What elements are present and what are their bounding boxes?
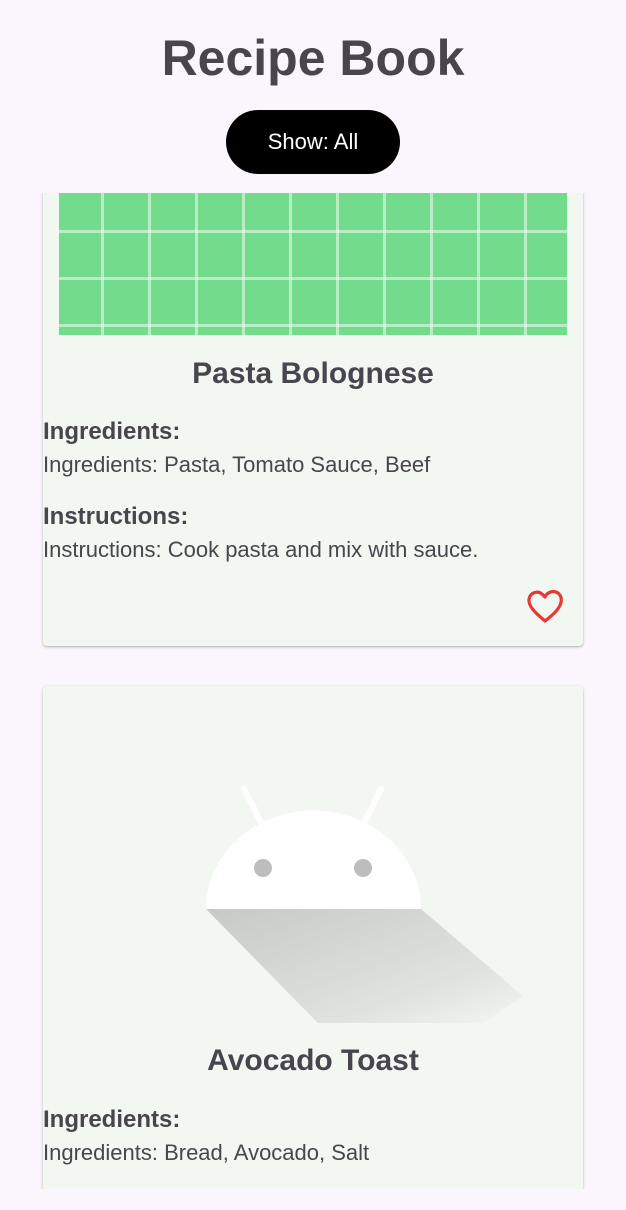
recipe-card-pasta-bolognese[interactable]: Pasta Bolognese Ingredients: Ingredients… (43, 193, 583, 646)
ingredients-text: Ingredients: Pasta, Tomato Sauce, Beef (43, 452, 431, 477)
show-filter-button[interactable]: Show: All (226, 110, 400, 174)
ingredients-heading: Ingredients: (43, 418, 181, 445)
ingredients-text: Ingredients: Bread, Avocado, Salt (43, 1140, 370, 1165)
heart-outline-icon (527, 589, 563, 623)
recipe-title: Avocado Toast (207, 1044, 419, 1077)
recipe-card-avocado-toast[interactable]: Avocado Toast Ingredients: Ingredients: … (43, 686, 583, 1189)
recipe-image (59, 193, 567, 335)
instructions-heading: Instructions: (43, 503, 189, 530)
instructions-text: Instructions: Cook pasta and mix with sa… (43, 537, 479, 562)
recipe-title: Pasta Bolognese (192, 357, 434, 390)
page-title: Recipe Book (161, 30, 465, 86)
android-placeholder-image (206, 786, 523, 1023)
ingredients-heading: Ingredients: (43, 1106, 181, 1133)
recipe-list[interactable]: Pasta Bolognese Ingredients: Ingredients… (0, 193, 626, 1189)
favorite-button[interactable] (525, 587, 565, 627)
recipe-book-screen: Recipe Book Show: All Pasta Bolognese In… (0, 0, 626, 1210)
